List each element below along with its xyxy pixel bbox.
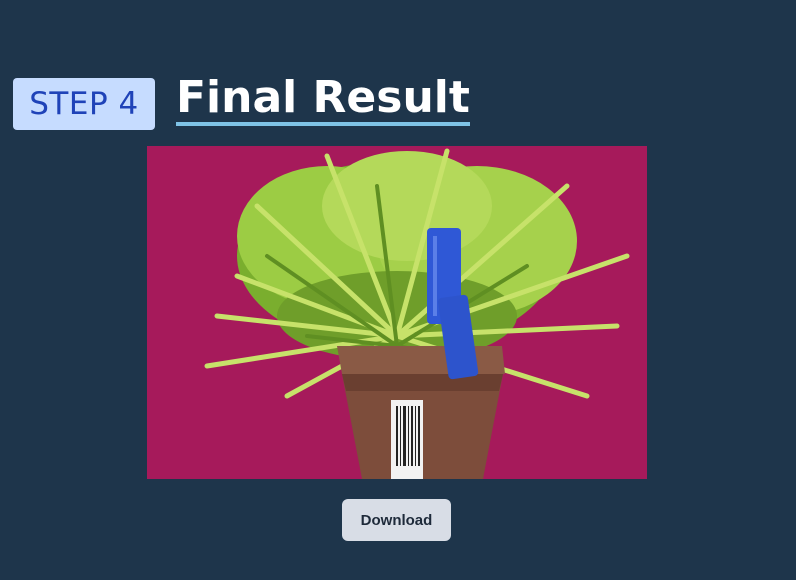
step-badge: STEP 4: [13, 78, 155, 130]
page-title: Final Result: [176, 74, 470, 126]
step-header: STEP 4 Final Result: [13, 74, 470, 130]
download-button[interactable]: Download: [342, 499, 451, 541]
barcode-label: [391, 400, 423, 479]
result-image: [147, 146, 647, 479]
